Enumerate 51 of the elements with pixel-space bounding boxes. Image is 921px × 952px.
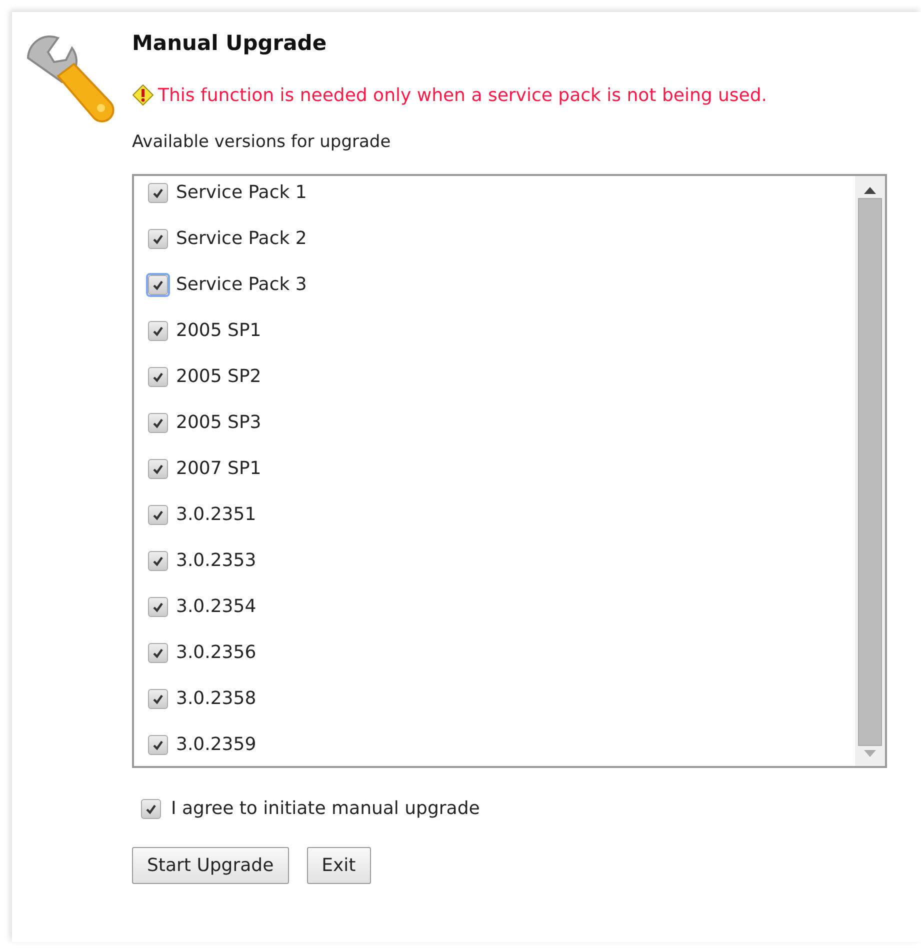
version-label: 3.0.2359 bbox=[176, 734, 256, 755]
checkmark-icon bbox=[152, 738, 164, 750]
version-label: 2007 SP1 bbox=[176, 458, 262, 479]
checkmark-icon bbox=[152, 232, 164, 244]
checkmark-icon bbox=[152, 692, 164, 704]
checkbox[interactable] bbox=[148, 688, 168, 708]
checkmark-icon bbox=[152, 646, 164, 658]
checkmark-icon bbox=[152, 600, 164, 612]
scrollbar[interactable] bbox=[855, 176, 885, 766]
scroll-up-icon[interactable] bbox=[864, 186, 876, 194]
checkbox[interactable] bbox=[148, 412, 168, 432]
checkmark-icon bbox=[152, 462, 164, 474]
checkbox[interactable] bbox=[148, 550, 168, 570]
checkmark-icon bbox=[152, 324, 164, 336]
checkmark-icon bbox=[152, 370, 164, 382]
checkbox[interactable] bbox=[148, 182, 168, 202]
checkbox[interactable] bbox=[148, 366, 168, 386]
version-label: 2005 SP2 bbox=[176, 366, 262, 387]
checkbox[interactable] bbox=[148, 320, 168, 340]
version-label: 2005 SP1 bbox=[176, 320, 262, 341]
version-label: Service Pack 1 bbox=[176, 182, 307, 203]
checkmark-icon bbox=[152, 508, 164, 520]
checkmark-icon bbox=[152, 554, 164, 566]
checkbox[interactable] bbox=[148, 504, 168, 524]
checkbox[interactable] bbox=[141, 798, 161, 818]
warning-icon bbox=[132, 84, 154, 106]
version-label: 3.0.2358 bbox=[176, 688, 256, 709]
version-label: Service Pack 3 bbox=[176, 274, 307, 295]
list-label: Available versions for upgrade bbox=[132, 132, 392, 152]
checkmark-icon bbox=[152, 186, 164, 198]
agree-label: I agree to initiate manual upgrade bbox=[171, 798, 480, 819]
page-title: Manual Upgrade bbox=[132, 30, 328, 56]
checkbox[interactable] bbox=[148, 458, 168, 478]
version-label: 3.0.2354 bbox=[176, 596, 256, 617]
version-label: 3.0.2353 bbox=[176, 550, 256, 571]
checkbox[interactable] bbox=[148, 274, 168, 294]
action-button[interactable]: Start Upgrade bbox=[132, 847, 289, 884]
checkbox[interactable] bbox=[148, 642, 168, 662]
checkbox[interactable] bbox=[148, 228, 168, 248]
checkmark-icon bbox=[145, 802, 157, 814]
version-label: Service Pack 2 bbox=[176, 228, 307, 249]
checkbox[interactable] bbox=[148, 734, 168, 754]
version-label: 3.0.2351 bbox=[176, 504, 256, 525]
checkmark-icon bbox=[152, 278, 164, 290]
action-button[interactable]: Exit bbox=[306, 847, 371, 884]
checkbox[interactable] bbox=[148, 596, 168, 616]
checkmark-icon bbox=[152, 416, 164, 428]
versions-list[interactable]: Service Pack 1 Service Pack 2 Service Pack 3 2005 SP1 2005 SP2 2005 SP3 2007 SP1 3.0.2351 3.0.2353 3.0.2354 3.0.2356 3.0.2358 3.0.2359 bbox=[132, 174, 887, 768]
warning-message: This function is needed only when a service pack is not being used. bbox=[158, 84, 768, 106]
version-label: 2005 SP3 bbox=[176, 412, 262, 433]
version-label: 3.0.2356 bbox=[176, 642, 256, 663]
